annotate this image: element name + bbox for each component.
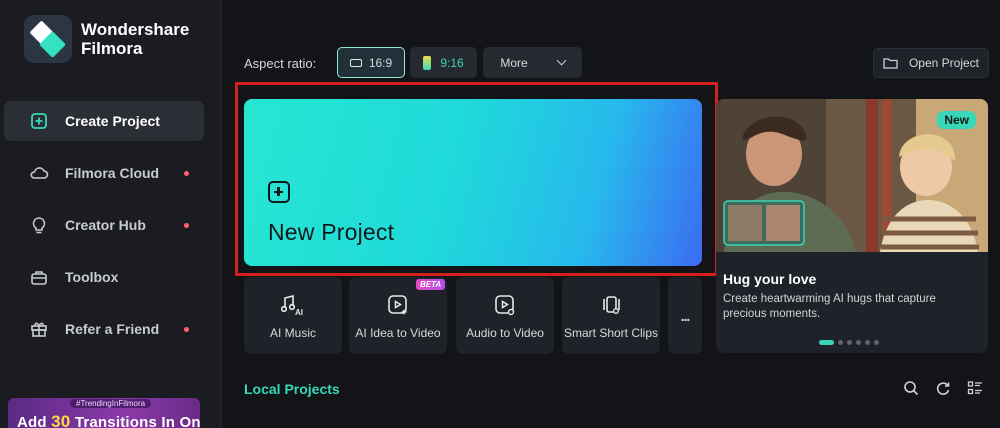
svg-text:AI: AI bbox=[295, 308, 303, 317]
new-badge: New bbox=[937, 111, 976, 129]
more-icon: ... bbox=[680, 307, 691, 324]
refresh-icon[interactable] bbox=[934, 379, 952, 397]
sidebar-item-toolbox[interactable]: Toolbox bbox=[4, 257, 204, 297]
pager-dot[interactable] bbox=[838, 340, 843, 345]
aspect-option-label: 9:16 bbox=[440, 55, 464, 70]
notification-dot bbox=[184, 223, 189, 228]
pager-dot[interactable] bbox=[874, 340, 879, 345]
list-view-icon[interactable] bbox=[966, 379, 984, 397]
app-logo: Wondershare Filmora bbox=[24, 15, 189, 63]
sidebar-item-creator-hub[interactable]: Creator Hub bbox=[4, 205, 204, 245]
local-projects-title: Local Projects bbox=[244, 381, 340, 397]
cloud-icon bbox=[29, 163, 49, 183]
feature-image: New bbox=[716, 99, 988, 252]
portrait-icon bbox=[423, 55, 432, 70]
pager-dot[interactable] bbox=[865, 340, 870, 345]
notification-dot bbox=[184, 171, 189, 176]
search-icon[interactable] bbox=[902, 379, 920, 397]
plus-icon bbox=[268, 181, 290, 203]
sidebar-item-label: Refer a Friend bbox=[65, 321, 160, 337]
open-project-button[interactable]: Open Project bbox=[873, 48, 989, 78]
more-label: More bbox=[500, 55, 528, 70]
toolbox-icon bbox=[29, 267, 49, 287]
landscape-icon bbox=[349, 58, 362, 67]
folder-icon bbox=[883, 57, 898, 69]
aspect-option-label: 16:9 bbox=[368, 55, 393, 70]
pager-dot[interactable] bbox=[856, 340, 861, 345]
tool-audio-to-video[interactable]: Audio to Video bbox=[456, 277, 554, 354]
tool-label: AI Music bbox=[269, 325, 316, 340]
gift-icon bbox=[29, 319, 49, 339]
app-name-line2: Filmora bbox=[81, 39, 143, 58]
sidebar-item-refer-friend[interactable]: Refer a Friend bbox=[4, 309, 204, 349]
promo-banner[interactable]: #TrendingInFilmora Add 30 Transitions In… bbox=[8, 398, 200, 428]
tool-label: AI Idea to Video bbox=[355, 325, 441, 340]
aspect-ratio-label: Aspect ratio: bbox=[244, 56, 317, 71]
sidebar-nav: Create Project Filmora Cloud Creator Hub… bbox=[4, 101, 204, 361]
aspect-9-16-button[interactable]: 9:16 bbox=[410, 47, 477, 78]
pager-dot-active[interactable] bbox=[819, 340, 834, 345]
bulb-icon bbox=[29, 215, 49, 235]
notification-dot bbox=[184, 327, 189, 332]
sidebar-item-filmora-cloud[interactable]: Filmora Cloud bbox=[4, 153, 204, 193]
new-project-card[interactable]: New Project bbox=[244, 99, 702, 266]
feature-description: Create heartwarming AI hugs that capture… bbox=[723, 293, 936, 320]
feature-card[interactable]: New Hug your love Create heartwarming AI… bbox=[716, 99, 988, 353]
pager-dot[interactable] bbox=[847, 340, 852, 345]
sidebar-item-label: Create Project bbox=[65, 113, 160, 129]
sidebar-item-label: Toolbox bbox=[65, 269, 119, 285]
ai-idea-video-icon bbox=[385, 292, 411, 318]
sidebar: Wondershare Filmora Create Project Filmo… bbox=[0, 0, 222, 428]
open-project-label: Open Project bbox=[908, 56, 980, 70]
sidebar-item-label: Filmora Cloud bbox=[65, 165, 160, 181]
feature-title: Hug your love bbox=[723, 271, 817, 287]
tool-label: Smart Short Clips bbox=[563, 325, 659, 340]
promo-title: Add 30 Transitions In One Tap! bbox=[17, 412, 200, 428]
ai-music-icon: AI bbox=[280, 292, 306, 318]
sidebar-item-label: Creator Hub bbox=[65, 217, 146, 233]
aspect-more-dropdown[interactable]: More bbox=[483, 47, 582, 78]
tool-ai-music[interactable]: AI AI Music bbox=[244, 277, 342, 354]
audio-video-icon bbox=[492, 292, 518, 318]
short-clips-icon bbox=[598, 292, 624, 318]
carousel-pager bbox=[819, 340, 883, 345]
tool-more-button[interactable]: ... bbox=[668, 277, 702, 354]
promo-tag: #TrendingInFilmora bbox=[70, 399, 152, 408]
beta-badge: BETA bbox=[416, 279, 446, 290]
plus-square-icon bbox=[29, 111, 49, 131]
tool-label: Audio to Video bbox=[466, 325, 544, 340]
aspect-16-9-button[interactable]: 16:9 bbox=[337, 47, 405, 78]
sidebar-item-create-project[interactable]: Create Project bbox=[4, 101, 204, 141]
app-name-line1: Wondershare bbox=[81, 20, 190, 39]
app-name: Wondershare Filmora bbox=[81, 20, 189, 58]
tool-smart-short-clips[interactable]: Smart Short Clips bbox=[562, 277, 660, 354]
filmora-logo-icon bbox=[24, 15, 72, 63]
new-project-title: New Project bbox=[268, 219, 395, 245]
chevron-down-icon bbox=[556, 55, 567, 66]
